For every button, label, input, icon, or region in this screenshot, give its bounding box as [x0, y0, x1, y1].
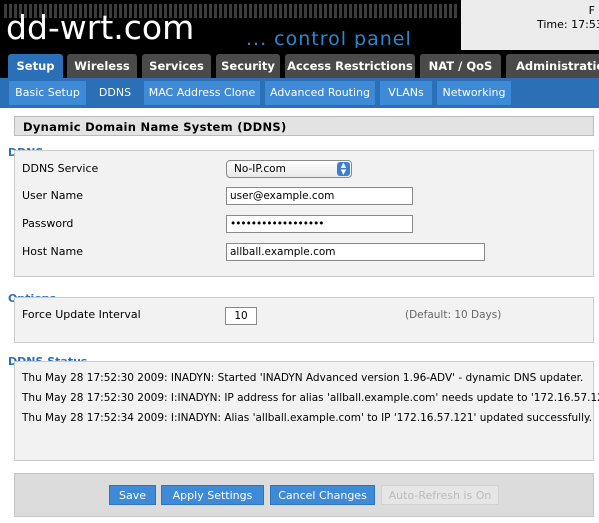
- brand-name: dd-wrt.com: [6, 8, 195, 47]
- cancel-changes-button[interactable]: Cancel Changes: [270, 485, 375, 505]
- select-arrows-icon: ▲ ▼: [337, 162, 350, 176]
- subtab-advanced-routing[interactable]: Advanced Routing: [265, 81, 375, 105]
- password-input[interactable]: ••••••••••••••••••: [226, 215, 413, 233]
- auto-refresh-button: Auto-Refresh is On: [381, 485, 499, 505]
- ddns-service-value: No-IP.com: [234, 163, 286, 175]
- brand-subtitle: ... control panel: [246, 28, 412, 48]
- tab-security[interactable]: Security: [216, 54, 280, 78]
- ddns-service-label: DDNS Service: [22, 162, 99, 175]
- tab-nat-qos[interactable]: NAT / QoS: [420, 54, 501, 78]
- status-line: Thu May 28 17:52:30 2009: I:INADYN: IP a…: [22, 392, 599, 404]
- subtab-vlans[interactable]: VLANs: [380, 81, 432, 105]
- page-title: Dynamic Domain Name System (DDNS): [14, 116, 594, 136]
- tab-administration[interactable]: Administration: [506, 54, 599, 78]
- corner-letter: F: [588, 4, 595, 17]
- subtab-mac-address-clone[interactable]: MAC Address Clone: [144, 81, 260, 105]
- ddns-service-select[interactable]: No-IP.com ▲ ▼: [226, 160, 352, 178]
- apply-settings-button[interactable]: Apply Settings: [161, 485, 264, 505]
- tab-access-restrictions[interactable]: Access Restrictions: [285, 54, 415, 78]
- subtab-ddns[interactable]: DDNS: [91, 81, 139, 105]
- tab-services[interactable]: Services: [142, 54, 211, 78]
- subtab-basic-setup[interactable]: Basic Setup: [9, 81, 86, 105]
- username-input[interactable]: user@example.com: [226, 187, 413, 205]
- force-update-interval-label: Force Update Interval: [22, 308, 141, 321]
- info-panel: F Time: 17:53:: [461, 0, 599, 50]
- password-label: Password: [22, 217, 74, 230]
- status-line: Thu May 28 17:52:30 2009: INADYN: Starte…: [22, 372, 584, 384]
- status-line: Thu May 28 17:52:34 2009: I:INADYN: Alia…: [22, 412, 593, 424]
- main-tabs: Setup Wireless Services Security Access …: [0, 50, 599, 78]
- tab-setup[interactable]: Setup: [8, 54, 63, 78]
- hostname-input[interactable]: allball.example.com: [226, 243, 485, 261]
- subtab-networking[interactable]: Networking: [437, 81, 511, 105]
- tab-wireless[interactable]: Wireless: [67, 54, 137, 78]
- header: dd-wrt.com ... control panel F Time: 17:…: [0, 0, 599, 50]
- force-update-interval-hint: (Default: 10 Days): [405, 309, 502, 321]
- username-label: User Name: [22, 189, 84, 202]
- force-update-interval-input[interactable]: 10: [225, 307, 257, 325]
- logo: dd-wrt.com ... control panel: [4, 4, 459, 48]
- sub-tabs: Basic Setup DDNS MAC Address Clone Advan…: [0, 78, 599, 108]
- hostname-label: Host Name: [22, 245, 83, 258]
- time-label: Time: 17:53:: [537, 18, 599, 31]
- save-button[interactable]: Save: [109, 485, 156, 505]
